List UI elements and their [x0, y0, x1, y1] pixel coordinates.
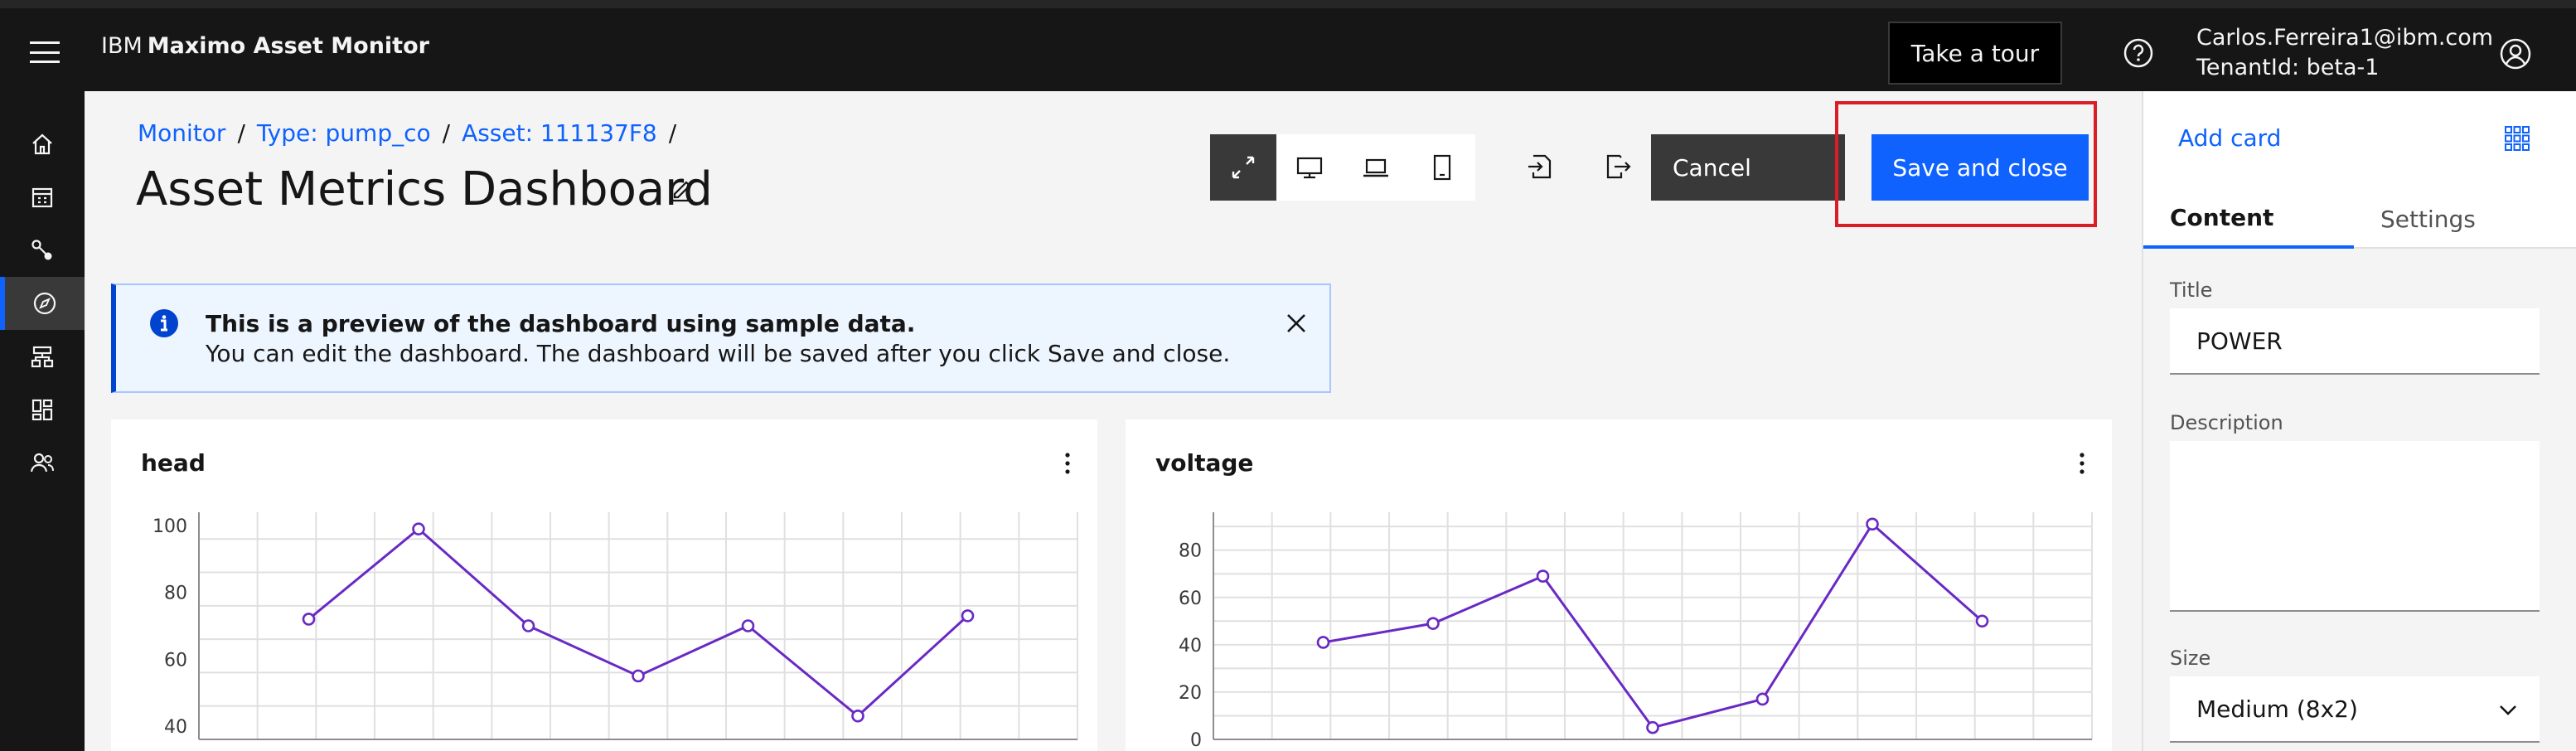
breadcrumb: Monitor / Type: pump_co / Asset: 111137F8 / [138, 119, 688, 147]
y-tick-label: 80 [164, 584, 187, 604]
rail-calendar[interactable] [0, 171, 85, 224]
notification-title: This is a preview of the dashboard using… [206, 310, 916, 337]
connect-icon [31, 240, 52, 260]
y-tick-label: 100 [153, 516, 187, 537]
y-tick-label: 40 [164, 717, 187, 738]
data-point [521, 619, 535, 632]
app-window: IBM Maximo Asset Monitor Take a tour Carl… [0, 0, 2576, 751]
series-line [1323, 521, 1983, 729]
y-tick-label: 60 [1179, 589, 1202, 609]
data-point [1866, 517, 1879, 531]
laptop-view-button[interactable] [1343, 134, 1409, 201]
data-point [412, 522, 425, 535]
breadcrumb-separator: / [442, 119, 451, 147]
rail-dashboard[interactable] [0, 383, 85, 436]
y-tick-label: 80 [1179, 541, 1202, 562]
tablet-icon [1433, 154, 1451, 181]
desktop-icon [1296, 157, 1323, 179]
title-input[interactable] [2170, 308, 2540, 375]
rail-monitor[interactable] [0, 277, 85, 330]
view-size-switcher [1210, 134, 1475, 201]
data-point [1646, 720, 1659, 734]
head-line-chart: 40 60 80 100 [153, 512, 1078, 740]
breadcrumb-monitor[interactable]: Monitor [138, 119, 225, 147]
data-point [1975, 614, 1989, 628]
data-point [1755, 692, 1770, 706]
card-gallery-icon[interactable] [2503, 124, 2531, 153]
tablet-view-button[interactable] [1409, 134, 1475, 201]
dashboard-icon [31, 399, 53, 421]
cancel-button[interactable]: Cancel [1651, 134, 1845, 201]
series-line [307, 527, 969, 718]
rail-hierarchy[interactable] [0, 330, 85, 383]
info-icon [150, 309, 178, 337]
y-tick-label: 0 [1190, 730, 1202, 751]
size-label: Size [2170, 647, 2211, 670]
user-admin-icon [30, 453, 54, 472]
panel-tabs: Content Settings [2143, 189, 2576, 249]
title-label: Title [2170, 279, 2213, 302]
fit-screen-icon [1232, 156, 1255, 179]
import-icon[interactable] [1525, 151, 1557, 182]
product-name: Maximo Asset Monitor [147, 33, 429, 59]
calendar-icon [31, 187, 53, 208]
breadcrumb-type[interactable]: Type: pump_co [257, 119, 431, 147]
data-point [1316, 636, 1330, 649]
card-editor-panel: Add card Content Settings Title Descript… [2142, 91, 2576, 751]
compass-icon [33, 292, 56, 315]
brand-ibm: IBM [101, 33, 143, 59]
data-point [632, 669, 645, 683]
breadcrumb-separator: / [668, 119, 677, 147]
y-tick-label: 60 [164, 650, 187, 671]
content-form: Title Description Size Medium (8x2) [2143, 249, 2576, 751]
take-a-tour-button[interactable]: Take a tour [1888, 22, 2062, 85]
data-point [302, 613, 316, 626]
data-point [741, 619, 755, 632]
data-point [961, 609, 975, 623]
top-header: IBM Maximo Asset Monitor Take a tour Carl… [0, 0, 2576, 91]
home-icon [32, 133, 52, 155]
size-selected-value: Medium (8x2) [2196, 695, 2358, 723]
help-icon[interactable] [2123, 38, 2153, 68]
hamburger-menu-icon[interactable] [30, 41, 60, 63]
tab-content[interactable]: Content [2143, 189, 2354, 249]
export-icon[interactable] [1601, 151, 1633, 182]
breadcrumb-separator: / [237, 119, 245, 147]
data-point [851, 709, 864, 723]
page-title: Asset Metrics Dashboard [136, 162, 713, 216]
side-rail [0, 91, 85, 751]
size-dropdown[interactable]: Medium (8x2) [2170, 676, 2540, 743]
description-textarea[interactable] [2170, 441, 2540, 612]
chevron-down-icon [2500, 705, 2516, 715]
user-info: Carlos.Ferreira1@ibm.com TenantId: beta-… [2196, 23, 2493, 83]
edit-title-icon[interactable] [670, 176, 696, 202]
brand-name[interactable]: IBM Maximo Asset Monitor [101, 33, 429, 59]
notification-subtitle: You can edit the dashboard. The dashboar… [206, 340, 1231, 367]
desktop-view-button[interactable] [1276, 134, 1343, 201]
description-label: Description [2170, 411, 2283, 434]
rail-home[interactable] [0, 118, 85, 171]
tenant-id: TenantId: beta-1 [2196, 55, 2380, 80]
dashboard-card-voltage[interactable]: voltage 0 20 40 60 80 [1126, 419, 2112, 751]
user-email: Carlos.Ferreira1@ibm.com [2196, 25, 2494, 51]
info-notification: This is a preview of the dashboard using… [111, 283, 1331, 393]
data-point [1536, 569, 1550, 583]
y-tick-label: 40 [1179, 636, 1202, 657]
hierarchy-icon [31, 346, 54, 368]
y-tick-label: 20 [1179, 683, 1202, 704]
rail-connect[interactable] [0, 224, 85, 277]
dashboard-card-head[interactable]: head 40 60 80 100 [111, 419, 1097, 751]
rail-users[interactable] [0, 436, 85, 489]
close-icon[interactable] [1285, 312, 1308, 335]
voltage-line-chart: 0 20 40 60 80 [1179, 512, 2093, 751]
add-card-link[interactable]: Add card [2178, 124, 2281, 152]
data-point [1426, 617, 1440, 630]
breadcrumb-asset[interactable]: Asset: 111137F8 [462, 119, 657, 147]
user-avatar-icon[interactable] [2500, 38, 2531, 70]
laptop-icon [1363, 158, 1388, 177]
tab-settings[interactable]: Settings [2354, 189, 2564, 249]
save-and-close-button[interactable]: Save and close [1871, 134, 2089, 201]
fit-screen-view-button[interactable] [1210, 134, 1276, 201]
